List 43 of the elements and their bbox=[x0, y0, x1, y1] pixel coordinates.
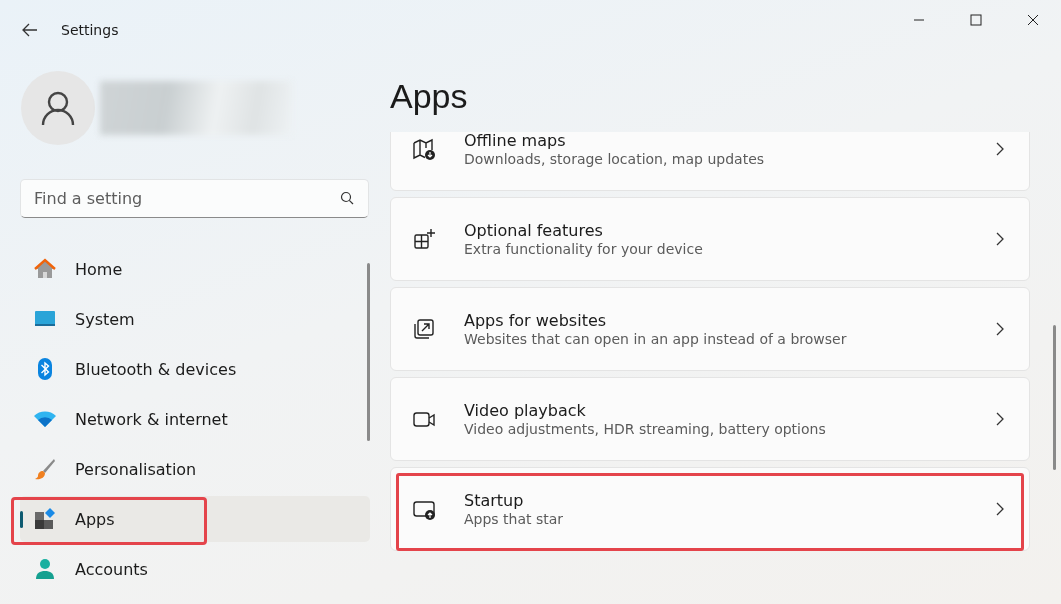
chevron-right-icon bbox=[995, 232, 1005, 246]
back-arrow-icon bbox=[22, 23, 38, 37]
card-description: Apps that star bbox=[464, 511, 565, 527]
chevron-right-icon bbox=[995, 502, 1005, 516]
search-field[interactable]: Find a setting bbox=[20, 179, 369, 218]
sidebar-item[interactable]: System bbox=[20, 296, 370, 342]
sidebar-item[interactable]: Personalisation bbox=[20, 446, 370, 492]
grid-plus-icon bbox=[412, 227, 436, 251]
sidebar-item[interactable]: Bluetooth & devices bbox=[20, 346, 370, 392]
card-title: Startup bbox=[464, 491, 525, 510]
sidebar-item[interactable]: Network & internet bbox=[20, 396, 370, 442]
search-icon bbox=[340, 191, 354, 205]
scrollbar-thumb[interactable] bbox=[367, 263, 370, 441]
chevron-right-icon bbox=[995, 322, 1005, 336]
card-title: Offline maps bbox=[464, 132, 567, 150]
card-description: Downloads, storage location, map updates bbox=[464, 151, 766, 167]
page-title: Apps bbox=[390, 76, 469, 117]
card-description: Websites that can open in an app instead of a browser bbox=[464, 331, 848, 347]
card-title: Optional features bbox=[464, 221, 604, 240]
chevron-right-icon bbox=[995, 412, 1005, 426]
window-title: Settings bbox=[61, 22, 119, 38]
settings-card[interactable]: Video playback Video adjustments, HDR streaming, battery options bbox=[390, 377, 1030, 461]
card-description: Extra functionality for your device bbox=[464, 241, 704, 257]
paintbrush-icon bbox=[33, 457, 57, 481]
card-title: Apps for websites bbox=[464, 311, 608, 330]
maximize-icon bbox=[969, 14, 982, 26]
map-download-icon bbox=[412, 137, 436, 161]
settings-card[interactable]: Optional features Extra functionality for your device bbox=[390, 197, 1030, 281]
scrollbar-thumb[interactable] bbox=[1053, 325, 1056, 470]
chevron-right-icon bbox=[995, 142, 1005, 156]
apps-icon bbox=[33, 507, 57, 531]
person-icon bbox=[33, 557, 57, 581]
avatar-icon bbox=[20, 70, 96, 146]
card-title: Video playback bbox=[464, 401, 587, 420]
settings-card[interactable]: Startup Apps that star bbox=[390, 467, 1030, 551]
window-arrow-icon bbox=[412, 317, 436, 341]
sidebar-item[interactable]: Home bbox=[20, 246, 370, 292]
sidebar-item[interactable]: Accounts bbox=[20, 546, 370, 592]
settings-card[interactable]: Offline maps Downloads, storage location, map updates bbox=[390, 132, 1030, 191]
settings-card[interactable]: Apps for websites Websites that can open in an app instead of a browser bbox=[390, 287, 1030, 371]
card-description: Video adjustments, HDR streaming, battery options bbox=[464, 421, 827, 437]
close-icon bbox=[1026, 14, 1039, 26]
home-icon bbox=[33, 257, 57, 281]
